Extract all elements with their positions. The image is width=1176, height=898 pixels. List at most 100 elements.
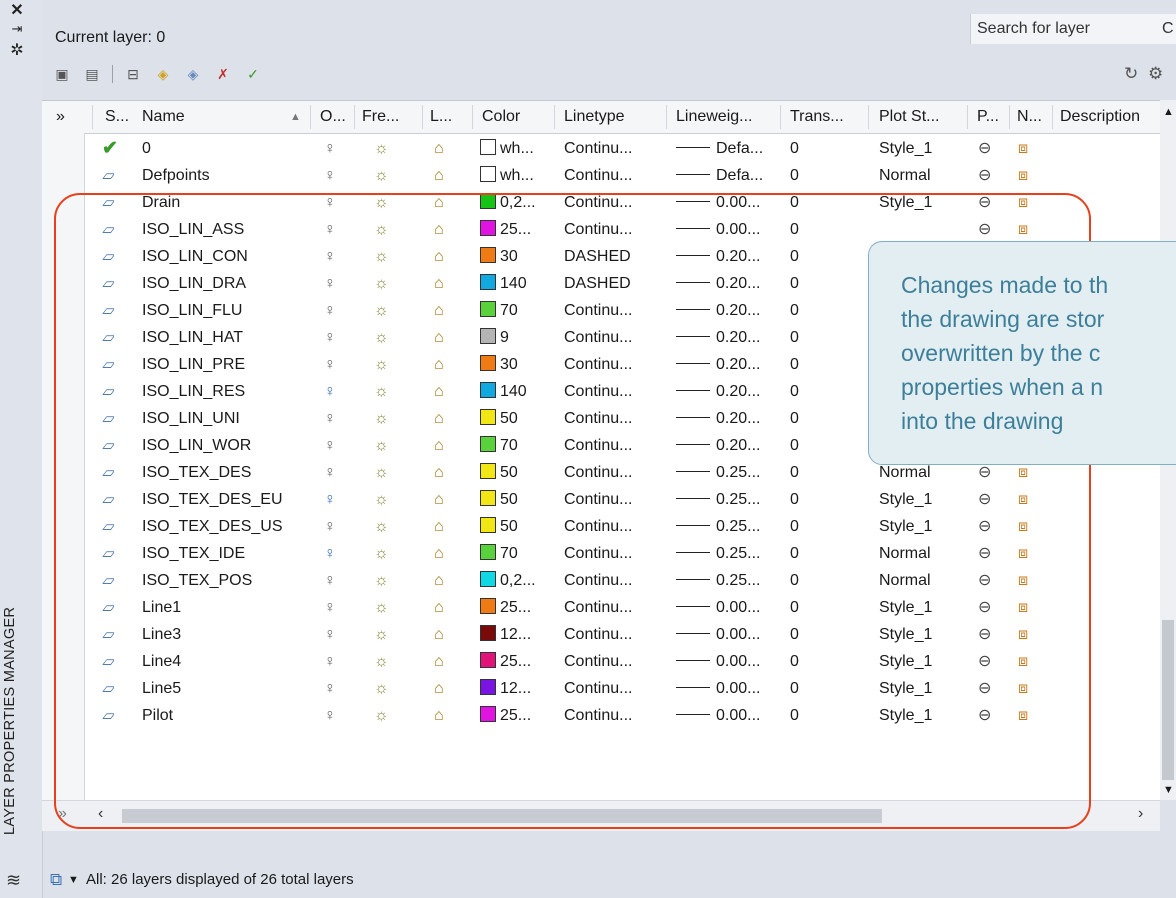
layer-name[interactable]: ISO_TEX_DES bbox=[142, 459, 251, 486]
transparency-cell[interactable]: 0 bbox=[790, 324, 799, 351]
layer-name[interactable]: Drain bbox=[142, 189, 180, 216]
lightbulb-icon[interactable]: ♀ bbox=[324, 567, 336, 594]
status-cell[interactable]: ▱ bbox=[102, 405, 114, 432]
lineweight-cell[interactable]: 0.20... bbox=[676, 297, 760, 324]
transparency-cell[interactable]: 0 bbox=[790, 162, 799, 189]
lightbulb-icon[interactable]: ♀ bbox=[324, 324, 336, 351]
unlock-icon[interactable]: ⌂ bbox=[434, 297, 444, 324]
sun-icon[interactable]: ☼ bbox=[374, 351, 389, 378]
lineweight-cell[interactable]: 0.25... bbox=[676, 513, 760, 540]
lineweight-cell[interactable]: 0.20... bbox=[676, 270, 760, 297]
lightbulb-icon[interactable]: ♀ bbox=[324, 162, 336, 189]
unlock-icon[interactable]: ⌂ bbox=[434, 486, 444, 513]
delete-layer-icon[interactable]: ✗ bbox=[213, 65, 233, 83]
color-cell[interactable]: 30 bbox=[480, 351, 518, 378]
status-cell[interactable]: ▱ bbox=[102, 297, 114, 324]
plot-style-cell[interactable]: Style_1 bbox=[879, 189, 932, 216]
unlock-icon[interactable]: ⌂ bbox=[434, 513, 444, 540]
unlock-icon[interactable]: ⌂ bbox=[434, 459, 444, 486]
color-cell[interactable]: 140 bbox=[480, 378, 527, 405]
col-lock[interactable]: L... bbox=[430, 101, 452, 133]
printer-icon[interactable]: ⊖ bbox=[978, 702, 991, 729]
filter-icon[interactable]: ⧉ bbox=[50, 862, 62, 898]
lightbulb-icon[interactable]: ♀ bbox=[324, 270, 336, 297]
linetype-cell[interactable]: Continu... bbox=[564, 621, 632, 648]
lineweight-cell[interactable]: 0.00... bbox=[676, 216, 760, 243]
transparency-cell[interactable]: 0 bbox=[790, 459, 799, 486]
table-row[interactable]: ▱ Pilot ♀ ☼ ⌂ 25... Continu... 0.00... 0 Style_1 ⊖… bbox=[42, 702, 1160, 729]
printer-icon[interactable]: ⊖ bbox=[978, 162, 991, 189]
color-cell[interactable]: 25... bbox=[480, 594, 531, 621]
unlock-icon[interactable]: ⌂ bbox=[434, 243, 444, 270]
new-vp-freeze-icon[interactable]: ⧈ bbox=[1018, 486, 1028, 513]
new-vp-freeze-icon[interactable]: ⧈ bbox=[1018, 513, 1028, 540]
plot-style-cell[interactable]: Style_1 bbox=[879, 702, 932, 729]
color-cell[interactable]: 70 bbox=[480, 297, 518, 324]
new-group-filter-icon[interactable]: ▤ bbox=[82, 65, 102, 83]
status-cell[interactable]: ▱ bbox=[102, 567, 114, 594]
status-cell[interactable]: ▱ bbox=[102, 324, 114, 351]
expand-filter-tree[interactable]: » bbox=[56, 101, 65, 133]
color-cell[interactable]: 0,2... bbox=[480, 567, 536, 594]
new-vp-freeze-icon[interactable]: ⧈ bbox=[1018, 621, 1028, 648]
unlock-icon[interactable]: ⌂ bbox=[434, 594, 444, 621]
properties-icon[interactable]: ✲ bbox=[8, 42, 26, 60]
lineweight-cell[interactable]: 0.20... bbox=[676, 351, 760, 378]
sun-icon[interactable]: ☼ bbox=[374, 594, 389, 621]
status-cell[interactable]: ▱ bbox=[102, 189, 114, 216]
lightbulb-icon[interactable]: ♀ bbox=[324, 594, 336, 621]
scroll-right-icon[interactable]: › bbox=[1138, 805, 1143, 823]
printer-icon[interactable]: ⊖ bbox=[978, 486, 991, 513]
layer-name[interactable]: ISO_LIN_FLU bbox=[142, 297, 242, 324]
plot-style-cell[interactable]: Style_1 bbox=[879, 594, 932, 621]
color-cell[interactable]: 50 bbox=[480, 405, 518, 432]
transparency-cell[interactable]: 0 bbox=[790, 675, 799, 702]
new-vp-freeze-icon[interactable]: ⧈ bbox=[1018, 135, 1028, 162]
layer-name[interactable]: Line4 bbox=[142, 648, 181, 675]
status-cell[interactable]: ▱ bbox=[102, 540, 114, 567]
transparency-cell[interactable]: 0 bbox=[790, 189, 799, 216]
layer-name[interactable]: ISO_TEX_IDE bbox=[142, 540, 245, 567]
transparency-cell[interactable]: 0 bbox=[790, 540, 799, 567]
color-cell[interactable]: 140 bbox=[480, 270, 527, 297]
sun-icon[interactable]: ☼ bbox=[374, 189, 389, 216]
lineweight-cell[interactable]: 0.25... bbox=[676, 567, 760, 594]
new-vp-freeze-icon[interactable]: ⧈ bbox=[1018, 189, 1028, 216]
status-cell[interactable]: ▱ bbox=[102, 648, 114, 675]
sun-icon[interactable]: ☼ bbox=[374, 243, 389, 270]
sun-icon[interactable]: ☼ bbox=[374, 648, 389, 675]
new-vp-freeze-icon[interactable]: ⧈ bbox=[1018, 216, 1028, 243]
lightbulb-icon[interactable]: ♀ bbox=[324, 702, 336, 729]
layer-name[interactable]: ISO_LIN_RES bbox=[142, 378, 245, 405]
transparency-cell[interactable]: 0 bbox=[790, 216, 799, 243]
transparency-cell[interactable]: 0 bbox=[790, 486, 799, 513]
transparency-cell[interactable]: 0 bbox=[790, 243, 799, 270]
scroll-up-icon[interactable]: ▲ bbox=[1163, 106, 1174, 118]
color-cell[interactable]: 70 bbox=[480, 540, 518, 567]
layer-name[interactable]: ISO_TEX_DES_EU bbox=[142, 486, 283, 513]
lightbulb-icon[interactable]: ♀ bbox=[324, 216, 336, 243]
layer-name[interactable]: ISO_TEX_POS bbox=[142, 567, 252, 594]
printer-icon[interactable]: ⊖ bbox=[978, 648, 991, 675]
unlock-icon[interactable]: ⌂ bbox=[434, 540, 444, 567]
sun-icon[interactable]: ☼ bbox=[374, 486, 389, 513]
col-plot[interactable]: P... bbox=[977, 101, 999, 133]
status-cell[interactable]: ✔ bbox=[102, 135, 118, 162]
linetype-cell[interactable]: Continu... bbox=[564, 459, 632, 486]
collapse-filter-icon[interactable]: » bbox=[58, 805, 67, 823]
unlock-icon[interactable]: ⌂ bbox=[434, 189, 444, 216]
lightbulb-icon[interactable]: ♀ bbox=[324, 243, 336, 270]
linetype-cell[interactable]: Continu... bbox=[564, 378, 632, 405]
lightbulb-icon[interactable]: ♀ bbox=[324, 486, 336, 513]
transparency-cell[interactable]: 0 bbox=[790, 621, 799, 648]
printer-icon[interactable]: ⊖ bbox=[978, 135, 991, 162]
lineweight-cell[interactable]: 0.25... bbox=[676, 540, 760, 567]
lightbulb-icon[interactable]: ♀ bbox=[324, 189, 336, 216]
linetype-cell[interactable]: DASHED bbox=[564, 243, 631, 270]
layer-name[interactable]: ISO_LIN_UNI bbox=[142, 405, 240, 432]
printer-icon[interactable]: ⊖ bbox=[978, 567, 991, 594]
sun-icon[interactable]: ☼ bbox=[374, 621, 389, 648]
color-cell[interactable]: 12... bbox=[480, 621, 531, 648]
unlock-icon[interactable]: ⌂ bbox=[434, 405, 444, 432]
table-row[interactable]: ▱ ISO_TEX_POS ♀ ☼ ⌂ 0,2... Continu... 0.25... 0 N… bbox=[42, 567, 1160, 594]
